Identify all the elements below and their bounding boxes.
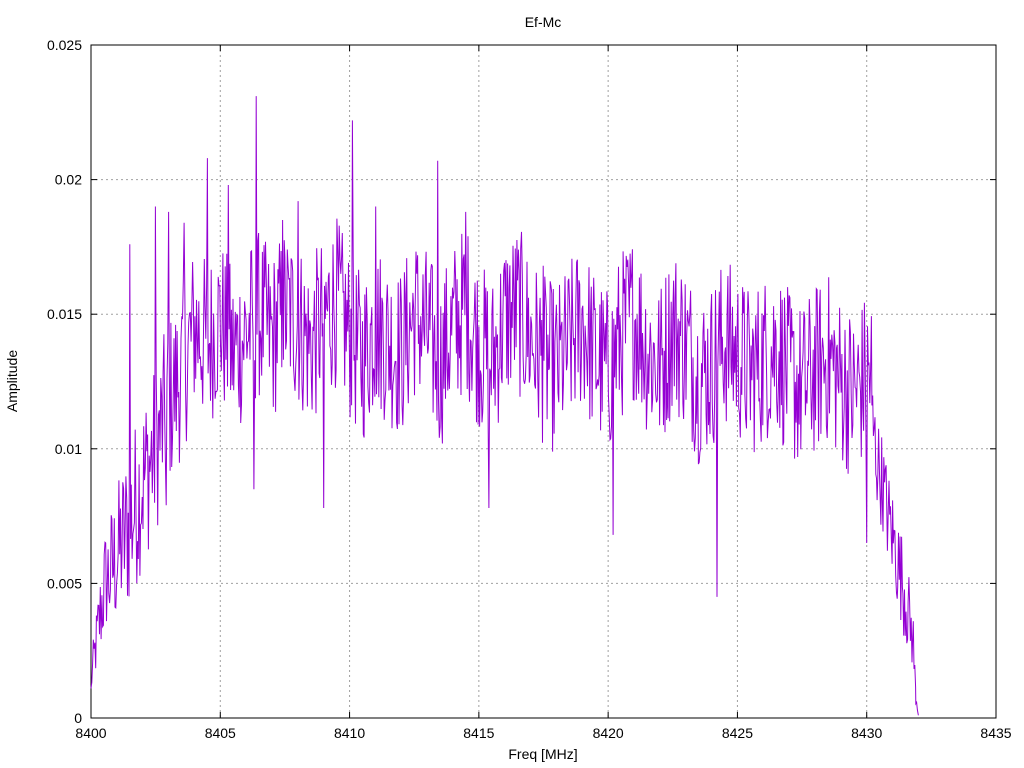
- x-tick-label: 8410: [334, 725, 365, 741]
- series-line: [90, 96, 919, 716]
- y-tick-label: 0.02: [55, 172, 82, 188]
- line-chart: 8400 8405 8410 8415 8420 8425 8430 8435 00.0050…: [4, 14, 1012, 762]
- y-axis-label: Amplitude: [4, 350, 20, 412]
- x-tick-label: 8430: [851, 725, 882, 741]
- y-tick-labels: 0 0.005 0.01 0.015 0.02 0.025: [47, 37, 82, 726]
- y-tick-label: 0.005: [47, 575, 82, 591]
- x-axis-label: Freq [MHz]: [508, 746, 577, 762]
- y-tick-label: 0.01: [55, 441, 82, 457]
- x-tick-label: 8425: [722, 725, 753, 741]
- x-tick-label: 8405: [205, 725, 236, 741]
- x-tick-label: 8400: [75, 725, 106, 741]
- y-tick-label: 0.025: [47, 37, 82, 53]
- x-tick-label: 8415: [463, 725, 494, 741]
- chart-title: Ef-Mc: [525, 14, 562, 30]
- x-tick-label: 8420: [593, 725, 624, 741]
- x-tick-labels: 8400 8405 8410 8415 8420 8425 8430 8435: [75, 725, 1011, 741]
- y-tick-label: 0.015: [47, 306, 82, 322]
- y-tick-label: 0: [74, 710, 82, 726]
- x-tick-label: 8435: [980, 725, 1011, 741]
